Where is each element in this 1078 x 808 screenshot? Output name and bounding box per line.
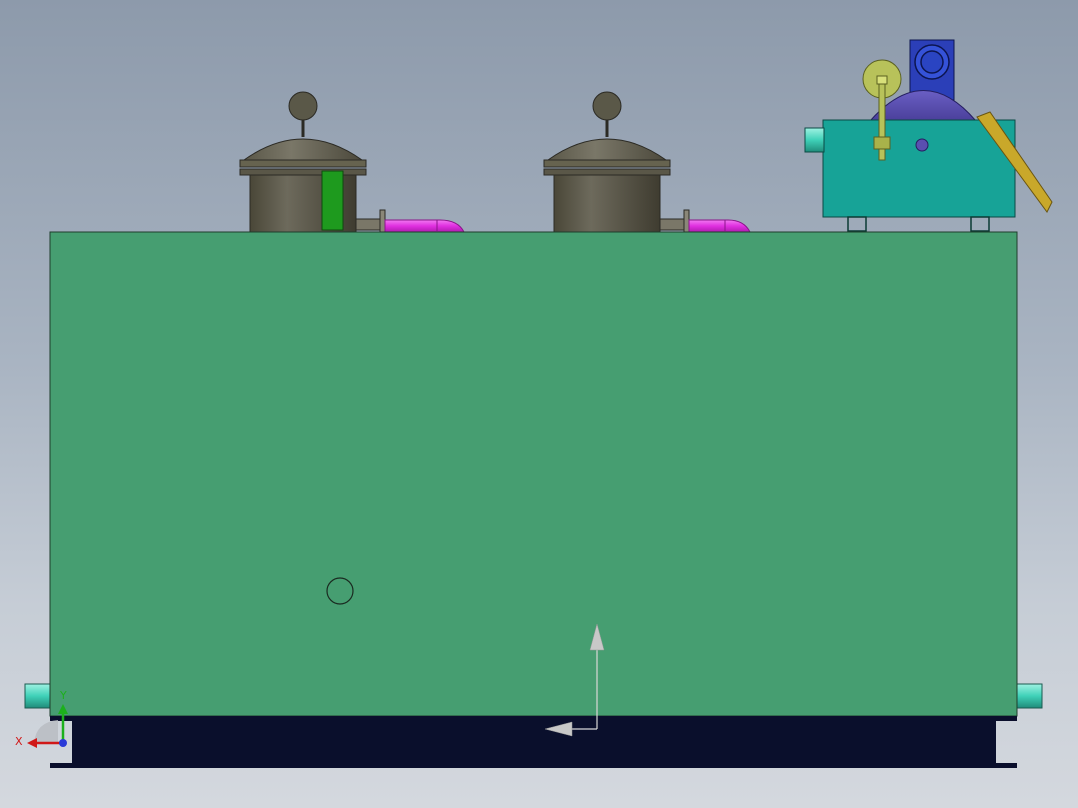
triad-base-arc [34, 720, 58, 743]
housing-bottom-flange [543, 168, 671, 176]
port-right[interactable] [1015, 683, 1043, 709]
triad-z-axis-dot [59, 739, 67, 747]
port-left[interactable] [24, 683, 52, 709]
tank-body[interactable] [49, 231, 1018, 717]
pump-indicator-dot [915, 138, 929, 152]
triad-x-arrowhead [27, 738, 37, 748]
filter-housing-left[interactable] [239, 91, 465, 233]
pump-motor-assembly[interactable] [804, 39, 1053, 232]
skid-bottom-rail [50, 763, 1017, 768]
housing-top-flange [543, 159, 671, 168]
pump-inlet-port [804, 127, 825, 153]
handwheel-hub [876, 75, 888, 85]
housing-barrel [553, 174, 661, 233]
pump-foot-right [970, 216, 990, 232]
outlet-pipe [688, 219, 751, 233]
vent-knob[interactable] [592, 91, 622, 121]
pump-body [822, 119, 1016, 218]
pump-foot-left [847, 216, 867, 232]
outlet-nipple [659, 218, 687, 231]
skid-frame [72, 716, 996, 764]
outlet-pipe [384, 219, 465, 233]
housing-bottom-flange [239, 168, 367, 176]
motor-fan-inner [920, 50, 944, 74]
outlet-nipple [355, 218, 383, 231]
housing-dome-cap [242, 138, 364, 161]
base-skid[interactable] [50, 716, 1017, 768]
housing-top-flange [239, 159, 367, 168]
triad-y-label: Y [59, 689, 67, 702]
vent-knob[interactable] [288, 91, 318, 121]
valve-packing-nut [873, 136, 891, 150]
level-indicator [321, 170, 344, 231]
triad-x-label: X [15, 735, 23, 748]
filter-housing-right[interactable] [543, 91, 751, 233]
outlet-flange [379, 209, 386, 233]
cad-graphics-viewport[interactable]: Y X [0, 0, 1078, 808]
housing-dome-cap [546, 138, 668, 161]
outlet-flange [683, 209, 690, 233]
